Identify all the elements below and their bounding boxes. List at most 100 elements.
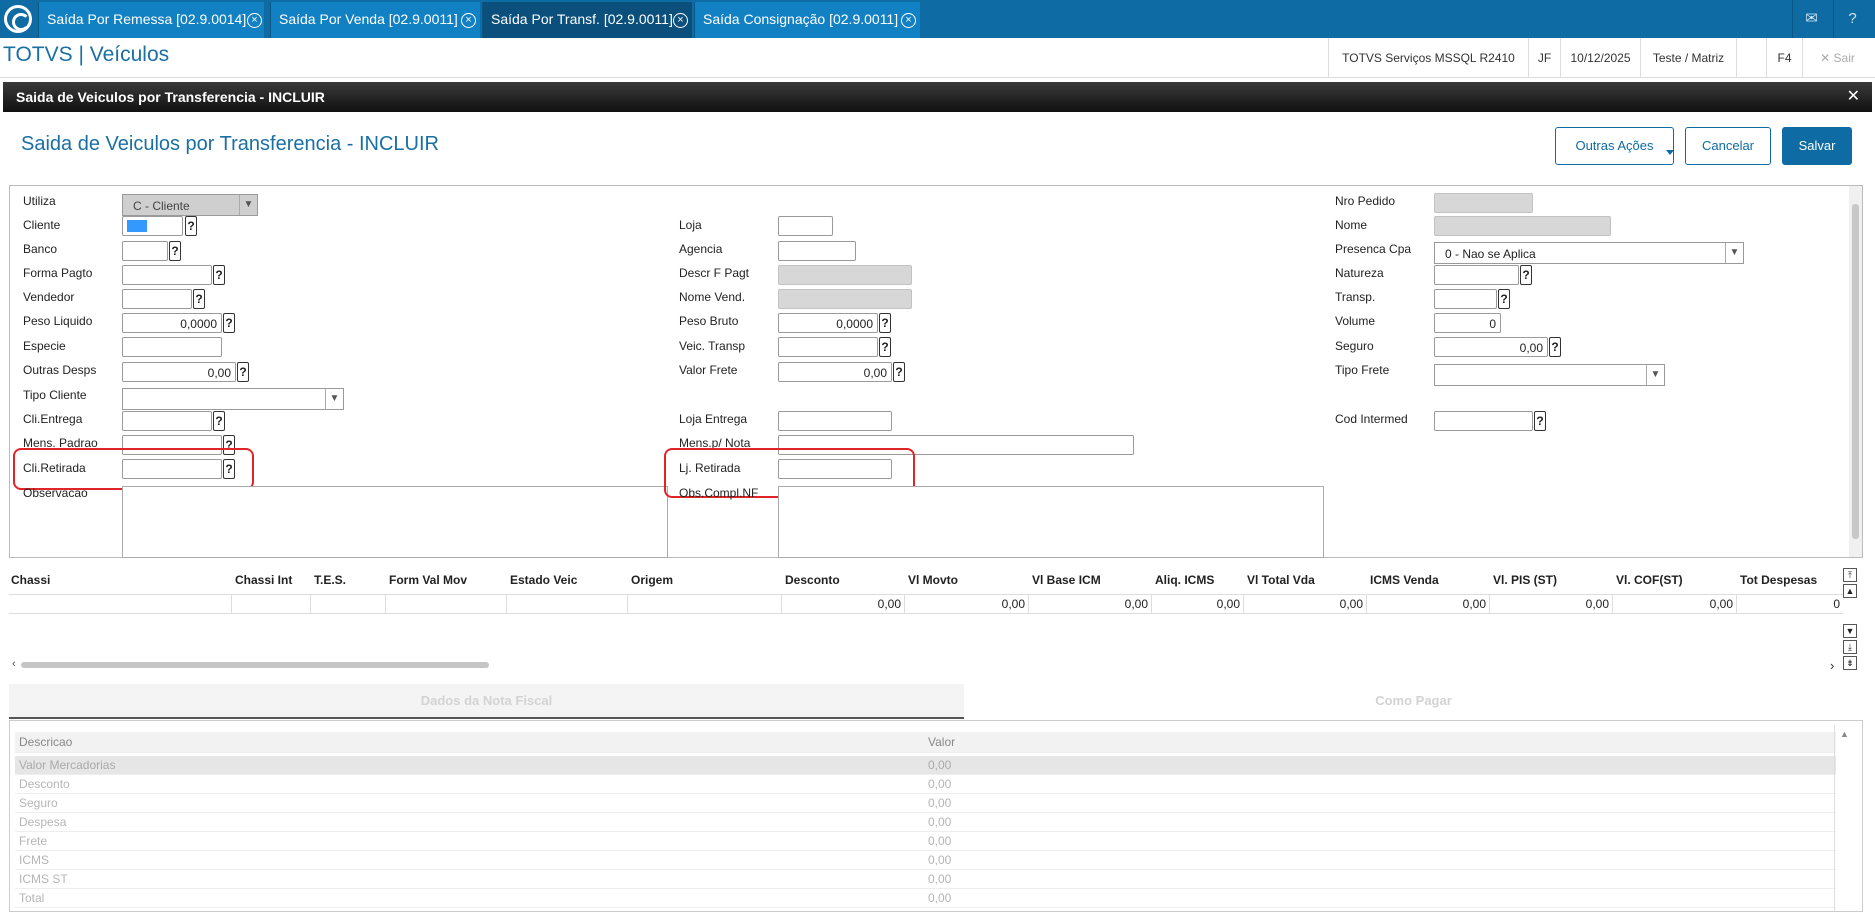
scrollbar-thumb[interactable] bbox=[1852, 204, 1859, 539]
col-origem[interactable]: Origem bbox=[631, 570, 673, 594]
totals-scrollbar[interactable]: ▲ bbox=[1834, 725, 1854, 911]
transp-lookup-button[interactable]: ? bbox=[1498, 289, 1510, 309]
col-form-val-mov[interactable]: Form Val Mov bbox=[389, 570, 467, 594]
especie-input[interactable] bbox=[122, 337, 222, 357]
tab-como-pagar[interactable]: Como Pagar bbox=[964, 684, 1863, 718]
cli-entrega-input[interactable] bbox=[122, 411, 212, 431]
scroll-up-icon[interactable]: ▲ bbox=[1840, 729, 1849, 739]
loja-input[interactable] bbox=[778, 216, 833, 236]
cell-vl-total-vda[interactable]: 0,00 bbox=[1244, 595, 1367, 613]
banco-input[interactable] bbox=[122, 241, 168, 261]
tab-saida-venda[interactable]: Saída Por Venda [02.9.0011] × bbox=[270, 2, 480, 38]
col-tes[interactable]: T.E.S. bbox=[314, 570, 346, 594]
table-row[interactable]: Valor Mercadorias 0,00 bbox=[15, 756, 1836, 775]
cell-estado-veic[interactable] bbox=[507, 595, 628, 613]
presenca-cpa-select[interactable]: 0 - Nao se Aplica ▼ bbox=[1434, 242, 1744, 264]
col-desconto[interactable]: Desconto bbox=[785, 570, 840, 594]
last-row-icon[interactable]: ⇟ bbox=[1843, 656, 1857, 670]
col-chassi[interactable]: Chassi bbox=[11, 570, 50, 594]
cli-entrega-lookup-button[interactable]: ? bbox=[213, 411, 225, 431]
forma-pagto-lookup-button[interactable]: ? bbox=[213, 265, 225, 285]
close-icon[interactable]: ✕ bbox=[1847, 82, 1860, 112]
cell-aliq-icms[interactable]: 0,00 bbox=[1152, 595, 1244, 613]
close-icon[interactable]: × bbox=[901, 13, 916, 28]
exit-button[interactable]: ✕ Sair bbox=[1802, 38, 1872, 78]
seguro-lookup-button[interactable]: ? bbox=[1549, 337, 1561, 357]
vendedor-input[interactable] bbox=[122, 289, 192, 309]
close-icon[interactable]: × bbox=[673, 13, 688, 28]
cliente-lookup-button[interactable]: ? bbox=[185, 216, 197, 236]
table-row[interactable]: Frete 0,00 bbox=[15, 832, 1836, 851]
veic-transp-input[interactable] bbox=[778, 337, 878, 357]
seguro-input[interactable]: 0,00 bbox=[1434, 337, 1548, 357]
outras-desps-lookup-button[interactable]: ? bbox=[237, 362, 249, 382]
table-row[interactable]: ICMS 0,00 bbox=[15, 851, 1836, 870]
valor-frete-input[interactable]: 0,00 bbox=[778, 362, 892, 382]
utiliza-select[interactable]: C - Cliente ▼ bbox=[122, 194, 258, 216]
cell-chassi[interactable] bbox=[9, 595, 232, 613]
grid-horizontal-scrollbar[interactable] bbox=[21, 662, 489, 668]
banco-lookup-button[interactable]: ? bbox=[169, 241, 181, 261]
col-aliq-icms[interactable]: Aliq. ICMS bbox=[1155, 570, 1214, 594]
cell-vl-base-icm[interactable]: 0,00 bbox=[1029, 595, 1152, 613]
col-vl-base-icm[interactable]: Vl Base ICM bbox=[1032, 570, 1101, 594]
cell-vl-pis-st[interactable]: 0,00 bbox=[1490, 595, 1613, 613]
peso-bruto-input[interactable]: 0,0000 bbox=[778, 313, 878, 333]
observacao-textarea[interactable] bbox=[122, 486, 668, 558]
close-icon[interactable]: × bbox=[247, 13, 262, 28]
cell-desconto[interactable]: 0,00 bbox=[782, 595, 905, 613]
col-tot-despesas[interactable]: Tot Despesas bbox=[1740, 570, 1817, 594]
cell-tes[interactable] bbox=[311, 595, 386, 613]
tab-saida-remessa[interactable]: Saída Por Remessa [02.9.0014] × bbox=[38, 2, 264, 38]
obs-compl-nf-textarea[interactable] bbox=[778, 486, 1324, 558]
peso-liquido-input[interactable]: 0,0000 bbox=[122, 313, 222, 333]
form-scrollbar[interactable] bbox=[1849, 186, 1862, 557]
cell-chassi-int[interactable] bbox=[232, 595, 311, 613]
col-estado-veic[interactable]: Estado Veic bbox=[510, 570, 577, 594]
cell-vl-movto[interactable]: 0,00 bbox=[905, 595, 1029, 613]
scroll-left-icon[interactable]: ‹ bbox=[12, 658, 16, 670]
table-row[interactable]: Despesa 0,00 bbox=[15, 813, 1836, 832]
natureza-lookup-button[interactable]: ? bbox=[1520, 265, 1532, 285]
tab-saida-transf[interactable]: Saída Por Transf. [02.9.0011] × bbox=[482, 2, 692, 38]
tipo-frete-select[interactable]: ▼ bbox=[1434, 364, 1665, 386]
cell-vl-cof-st[interactable]: 0,00 bbox=[1613, 595, 1737, 613]
transp-input[interactable] bbox=[1434, 289, 1497, 309]
peso-bruto-lookup-button[interactable]: ? bbox=[879, 313, 891, 333]
help-icon[interactable]: ? bbox=[1833, 0, 1871, 38]
volume-input[interactable]: 0 bbox=[1434, 313, 1501, 333]
cod-intermed-lookup-button[interactable]: ? bbox=[1534, 411, 1546, 431]
col-chassi-int[interactable]: Chassi Int bbox=[235, 570, 292, 594]
move-bottom-icon[interactable]: ⤓ bbox=[1843, 640, 1857, 654]
cell-origem[interactable] bbox=[628, 595, 782, 613]
table-row[interactable]: 0,00 0,00 0,00 0,00 0,00 0,00 0,00 0,00 … bbox=[9, 594, 1843, 614]
scroll-right-icon[interactable]: › bbox=[1830, 658, 1834, 673]
valor-frete-lookup-button[interactable]: ? bbox=[893, 362, 905, 382]
cliente-input[interactable] bbox=[122, 216, 183, 236]
tab-saida-consignacao[interactable]: Saída Consignação [02.9.0011] × bbox=[694, 2, 920, 38]
cancel-button[interactable]: Cancelar bbox=[1685, 127, 1771, 165]
totvs-logo-icon[interactable] bbox=[4, 5, 32, 33]
outras-desps-input[interactable]: 0,00 bbox=[122, 362, 236, 382]
cod-intermed-input[interactable] bbox=[1434, 411, 1533, 431]
close-icon[interactable]: × bbox=[461, 13, 476, 28]
table-row[interactable]: Desconto 0,00 bbox=[15, 775, 1836, 794]
natureza-input[interactable] bbox=[1434, 265, 1519, 285]
save-button[interactable]: Salvar bbox=[1782, 127, 1852, 165]
move-up-icon[interactable]: ▲ bbox=[1843, 584, 1857, 598]
more-actions-button[interactable]: Outras Ações bbox=[1555, 127, 1674, 165]
f4-button[interactable]: F4 bbox=[1766, 38, 1802, 78]
col-vl-cof-st[interactable]: Vl. COF(ST) bbox=[1616, 570, 1683, 594]
peso-liquido-lookup-button[interactable]: ? bbox=[223, 313, 235, 333]
table-row[interactable]: ICMS ST 0,00 bbox=[15, 870, 1836, 889]
col-icms-venda[interactable]: ICMS Venda bbox=[1370, 570, 1439, 594]
col-vl-pis-st[interactable]: Vl. PIS (ST) bbox=[1493, 570, 1557, 594]
move-top-icon[interactable]: ⤒ bbox=[1843, 568, 1857, 582]
agencia-input[interactable] bbox=[778, 241, 856, 261]
cell-form-val-mov[interactable] bbox=[386, 595, 507, 613]
table-row[interactable]: Total 0,00 bbox=[15, 889, 1836, 908]
move-down-icon[interactable]: ▼ bbox=[1843, 624, 1857, 638]
tipo-cliente-select[interactable]: ▼ bbox=[122, 388, 344, 410]
vendedor-lookup-button[interactable]: ? bbox=[193, 289, 205, 309]
col-vl-movto[interactable]: Vl Movto bbox=[908, 570, 958, 594]
